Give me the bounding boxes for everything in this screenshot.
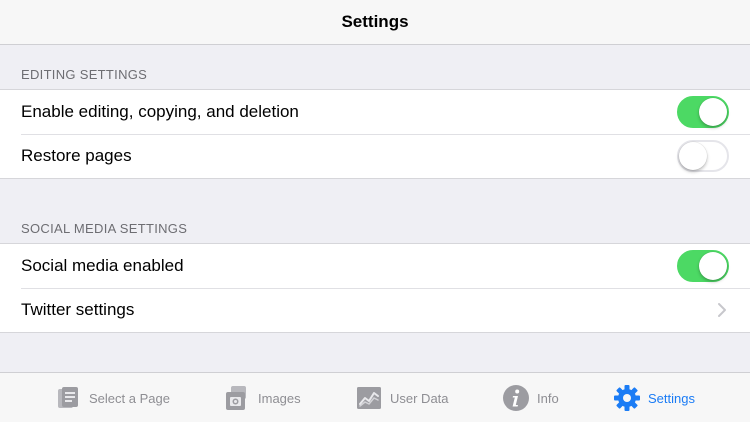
setting-row-twitter[interactable]: Twitter settings (0, 288, 750, 332)
toggle-knob (699, 252, 727, 280)
tab-label: User Data (390, 390, 449, 406)
setting-row-restore-pages: Restore pages (0, 134, 750, 178)
settings-screen: Settings EDITING SETTINGS Enable editing… (0, 0, 750, 422)
social-settings-group: Social media enabled Twitter settings (0, 243, 750, 333)
enable-editing-toggle[interactable] (677, 96, 729, 128)
tab-settings[interactable]: Settings (613, 381, 695, 415)
chevron-right-icon (718, 303, 726, 317)
setting-row-enable-editing: Enable editing, copying, and deletion (0, 90, 750, 134)
tab-label: Select a Page (89, 390, 170, 406)
editing-settings-group: Enable editing, copying, and deletion Re… (0, 89, 750, 179)
section-header-social: SOCIAL MEDIA SETTINGS (21, 221, 188, 236)
section-header-editing: EDITING SETTINGS (21, 67, 148, 82)
gear-icon (614, 385, 640, 411)
tab-images[interactable]: Images (223, 381, 301, 415)
navigation-bar: Settings (0, 0, 750, 45)
tab-info[interactable]: Info (502, 381, 559, 415)
info-icon (503, 385, 529, 411)
chart-icon (357, 387, 381, 409)
setting-label: Enable editing, copying, and deletion (21, 102, 299, 121)
toggle-knob (699, 98, 727, 126)
tab-label: Images (258, 390, 301, 406)
tab-label: Info (537, 390, 559, 406)
tab-bar: Select a Page Images User Data Info Sett… (0, 372, 750, 422)
toggle-knob (679, 142, 707, 170)
tab-label: Settings (648, 390, 695, 406)
page-icon (58, 387, 78, 408)
tab-user-data[interactable]: User Data (355, 381, 449, 415)
tab-select-a-page[interactable]: Select a Page (54, 381, 170, 415)
restore-pages-toggle[interactable] (677, 140, 729, 172)
social-media-toggle[interactable] (677, 250, 729, 282)
setting-label: Restore pages (21, 146, 132, 165)
setting-label: Twitter settings (21, 300, 135, 319)
setting-label: Social media enabled (21, 256, 184, 275)
images-icon (226, 386, 246, 410)
setting-row-social-media: Social media enabled (0, 244, 750, 288)
page-title: Settings (341, 12, 409, 31)
